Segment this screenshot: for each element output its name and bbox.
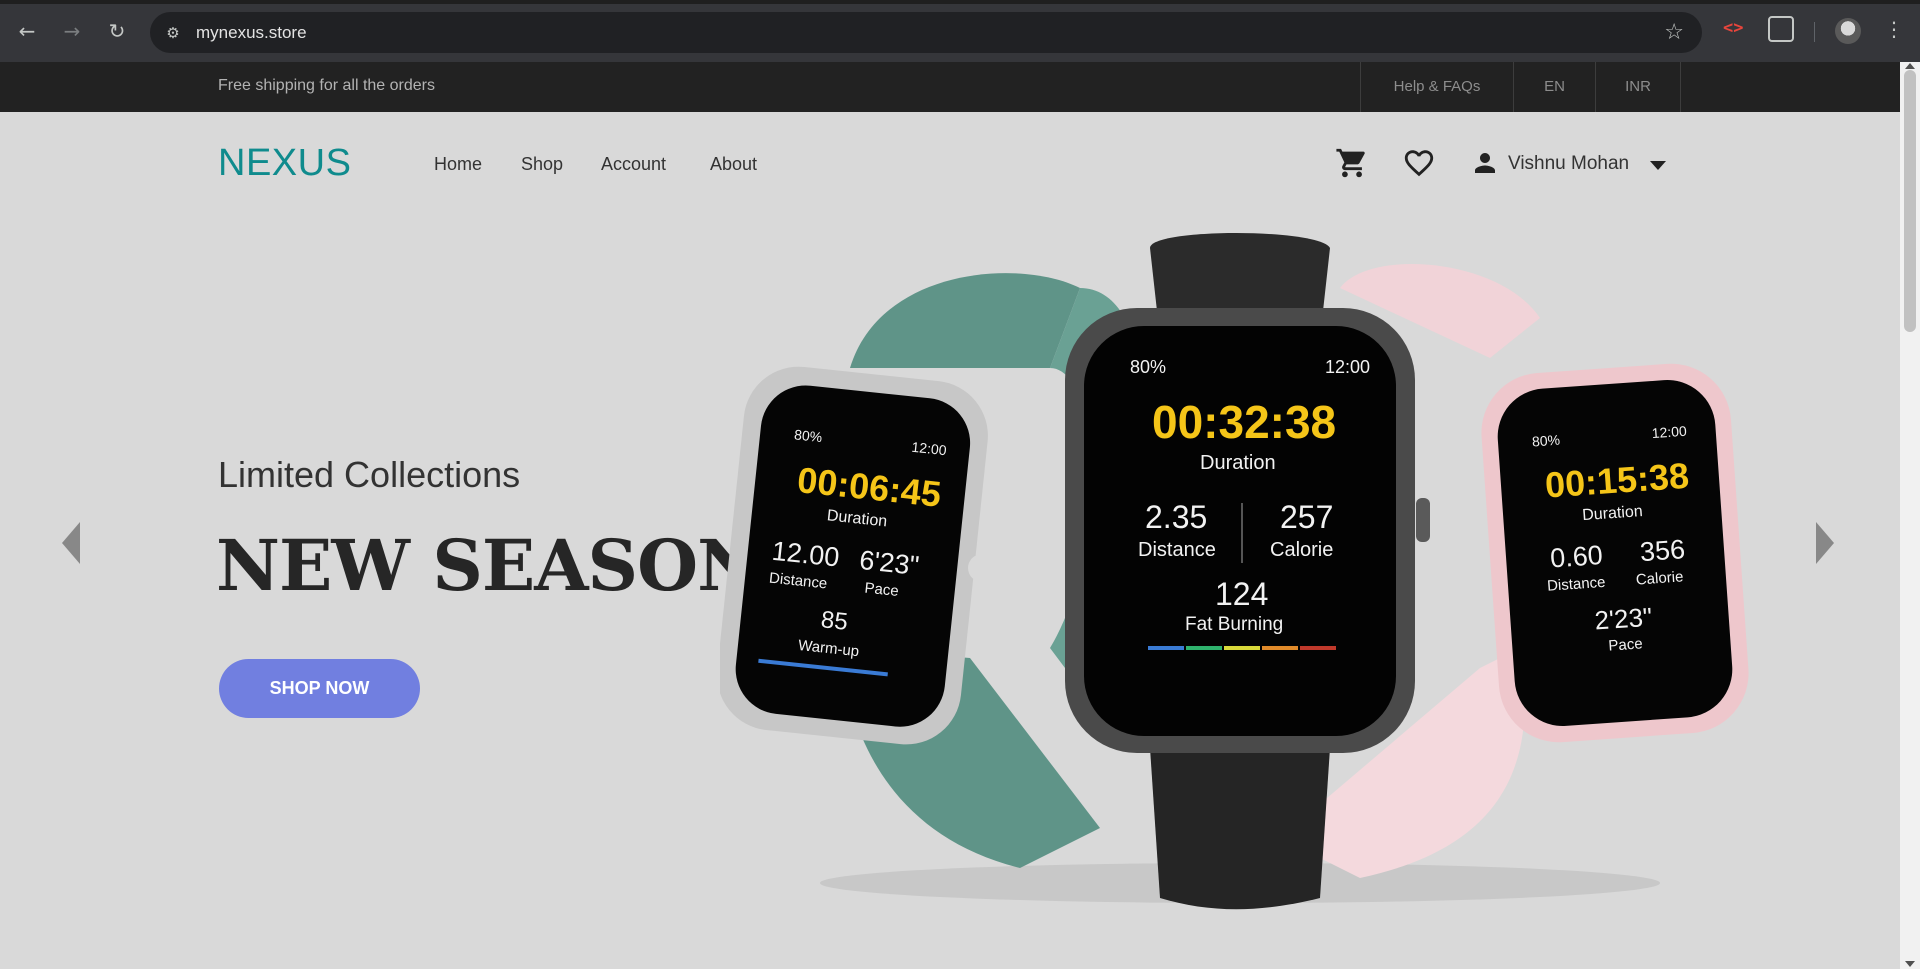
url-text[interactable]: mynexus.store [196,23,307,43]
reload-icon[interactable]: ↻ [103,17,131,45]
profile-avatar[interactable] [1835,18,1861,44]
site-logo[interactable]: NEXUS [218,142,351,185]
tab-strip-edge [0,0,1920,4]
nav-about[interactable]: About [710,154,757,175]
forward-icon[interactable]: → [58,17,86,45]
watch-pink-stat2: 356 [1639,534,1686,567]
watch-black-battery: 80% [1130,357,1166,377]
address-bar[interactable]: ⚙ mynexus.store ☆ [150,12,1702,53]
watch-teal-battery: 80% [793,426,823,445]
cart-icon[interactable] [1335,146,1369,180]
announcement-bar: Free shipping for all the orders Help & … [0,62,1900,112]
nav-home[interactable]: Home [434,154,482,175]
watch-black-heart-label: Fat Burning [1185,614,1283,635]
language-selector[interactable]: EN [1513,62,1595,112]
user-icon[interactable] [1470,148,1500,178]
heart-icon[interactable] [1402,146,1436,180]
next-arrow-icon[interactable] [1816,522,1834,564]
page-scrollbar[interactable] [1900,62,1920,969]
scrollbar-thumb[interactable] [1904,70,1916,332]
watch-black-stat2-label: Calorie [1270,539,1333,561]
toolbar-divider [1814,22,1815,42]
site-info-icon[interactable]: ⚙ [162,22,184,44]
hero-kicker: Limited Collections [218,454,521,495]
nav-shop[interactable]: Shop [521,154,563,175]
nav-account[interactable]: Account [601,154,666,175]
watch-black-stat1-label: Distance [1138,539,1216,561]
watch-pink-clock: 12:00 [1651,423,1687,441]
currency-selector[interactable]: INR [1595,62,1681,112]
watch-pink-stat1: 0.60 [1549,540,1604,574]
shipping-notice: Free shipping for all the orders [218,77,435,94]
star-icon[interactable]: ☆ [1664,20,1684,45]
chevron-down-icon[interactable] [1650,161,1666,170]
back-icon[interactable]: ← [13,17,41,45]
watch-black-time: 00:32:38 [1152,396,1336,448]
page-viewport: Free shipping for all the orders Help & … [0,62,1900,969]
watch-black-heart: 124 [1215,576,1268,612]
watch-teal-heart: 85 [820,606,849,636]
devtools-icon[interactable]: <> [1723,18,1743,38]
watch-black-time-label: Duration [1200,452,1276,474]
kebab-menu-icon[interactable]: ⋮ [1884,17,1904,41]
watch-black-clock: 12:00 [1325,357,1370,377]
user-name-menu[interactable]: Vishnu Mohan [1508,153,1629,175]
watch-black-stat1: 2.35 [1145,499,1207,535]
extensions-icon[interactable] [1768,16,1794,42]
shop-now-button[interactable]: SHOP NOW [219,659,420,718]
watch-pink-stat2-label: Calorie [1635,568,1684,588]
prev-arrow-icon[interactable] [62,522,80,564]
hero-product-image: 80% 12:00 00:06:45 Duration 12.00 Distan… [720,233,1749,910]
scroll-down-icon[interactable] [1905,961,1915,967]
browser-toolbar: ← → ↻ ⚙ mynexus.store ☆ <> ⋮ [0,0,1920,62]
watch-pink-pace-label: Pace [1608,635,1643,654]
hero-title: NEW SEASON [216,524,761,607]
watch-pink-pace: 2'23" [1594,602,1654,636]
watch-black-stat2: 257 [1280,499,1333,535]
watch-teal-stat2-label: Pace [864,580,900,600]
watch-teal-stat2: 6'23" [858,545,921,581]
scroll-up-icon[interactable] [1905,63,1915,69]
watch-pink-battery: 80% [1531,432,1560,450]
help-faqs-link[interactable]: Help & FAQs [1360,62,1513,112]
